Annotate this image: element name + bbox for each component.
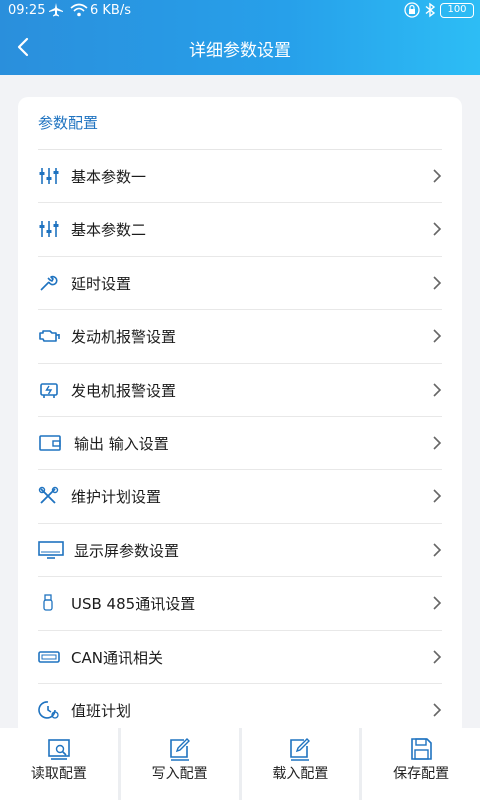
chevron-right-icon xyxy=(433,222,442,236)
chevron-right-icon xyxy=(433,436,442,450)
section-title: 参数配置 xyxy=(38,114,99,132)
save-config-button[interactable]: 保存配置 xyxy=(362,728,480,800)
menu-item-label: 输出 输入设置 xyxy=(74,434,169,453)
menu-item-label: USB 485通讯设置 xyxy=(71,595,196,614)
load-config-icon xyxy=(290,738,311,761)
chevron-right-icon xyxy=(433,489,442,503)
page-title: 详细参数设置 xyxy=(189,41,291,61)
menu-item-basic-params-1[interactable]: 基本参数一 xyxy=(38,150,442,204)
write-config-button[interactable]: 写入配置 xyxy=(120,728,239,800)
menu-item-label: 维护计划设置 xyxy=(71,488,162,507)
menu-item-io-settings[interactable]: 输出 输入设置 xyxy=(38,417,442,471)
menu-item-can-comm[interactable]: CAN通讯相关 xyxy=(38,631,442,684)
load-config-label: 载入配置 xyxy=(272,766,329,782)
wifi-icon xyxy=(70,3,88,17)
bottom-action-bar: 读取配置 写入配置 载入配置 保存配置 xyxy=(0,728,480,800)
chevron-right-icon xyxy=(433,169,442,183)
save-config-icon xyxy=(411,738,432,760)
schedule-icon xyxy=(38,701,59,719)
sliders-icon xyxy=(39,168,59,184)
tools-icon xyxy=(38,487,59,504)
battery-indicator: 100 xyxy=(440,3,474,18)
menu-item-maintenance-plan[interactable]: 维护计划设置 xyxy=(38,470,442,524)
chevron-right-icon xyxy=(433,543,442,557)
lock-icon xyxy=(404,2,420,18)
menu-item-label: 值班计划 xyxy=(71,701,132,720)
status-bar: 09:25 6 KB/s 100 xyxy=(0,0,480,22)
chevron-right-icon xyxy=(433,649,442,664)
chevron-right-icon xyxy=(433,276,442,290)
chevron-right-icon xyxy=(433,703,442,717)
menu-item-delay-settings[interactable]: 延时设置 xyxy=(38,257,442,311)
read-config-button[interactable]: 读取配置 xyxy=(0,728,118,800)
status-time: 09:25 xyxy=(8,3,46,18)
io-icon xyxy=(39,435,61,451)
menu-item-label: 基本参数二 xyxy=(71,221,147,240)
engine-icon xyxy=(39,330,60,342)
menu-item-label: 发动机报警设置 xyxy=(71,328,177,347)
monitor-icon xyxy=(38,540,64,559)
save-config-label: 保存配置 xyxy=(393,766,450,782)
menu-item-display-params[interactable]: 显示屏参数设置 xyxy=(38,524,442,578)
menu-item-generator-alarm[interactable]: 发电机报警设置 xyxy=(38,364,442,417)
chevron-right-icon xyxy=(433,329,442,343)
menu-item-usb-485[interactable]: USB 485通讯设置 xyxy=(38,577,442,631)
write-config-icon xyxy=(169,738,190,761)
menu-item-engine-alarm[interactable]: 发动机报警设置 xyxy=(38,310,442,364)
generator-icon xyxy=(40,382,58,398)
settings-card: 参数配置 基本参数一 基本参数二 延时设置 发动机报警设置 发电机报警设置 输出… xyxy=(18,97,462,737)
menu-item-label: 发电机报警设置 xyxy=(71,381,177,400)
sliders-icon xyxy=(39,221,59,238)
settings-list: 基本参数一 基本参数二 延时设置 发动机报警设置 发电机报警设置 输出 输入设置… xyxy=(18,150,462,737)
menu-item-label: CAN通讯相关 xyxy=(71,648,163,667)
load-config-button[interactable]: 载入配置 xyxy=(241,728,360,800)
chevron-right-icon xyxy=(433,596,442,610)
app-header: 09:25 6 KB/s 100 详细参数设置 xyxy=(0,0,480,75)
read-config-icon xyxy=(48,739,70,760)
wrench-icon xyxy=(40,275,58,291)
write-config-label: 写入配置 xyxy=(151,766,208,782)
can-icon xyxy=(38,650,60,663)
read-config-label: 读取配置 xyxy=(30,766,87,782)
usb-icon xyxy=(43,594,53,611)
airplane-icon xyxy=(49,3,63,17)
chevron-right-icon xyxy=(433,382,442,397)
menu-item-label: 显示屏参数设置 xyxy=(74,541,180,560)
menu-item-label: 基本参数一 xyxy=(71,168,147,186)
menu-item-label: 延时设置 xyxy=(71,274,132,293)
network-speed: 6 KB/s xyxy=(90,3,131,18)
bluetooth-icon xyxy=(425,2,436,18)
menu-item-basic-params-2[interactable]: 基本参数二 xyxy=(38,203,442,257)
